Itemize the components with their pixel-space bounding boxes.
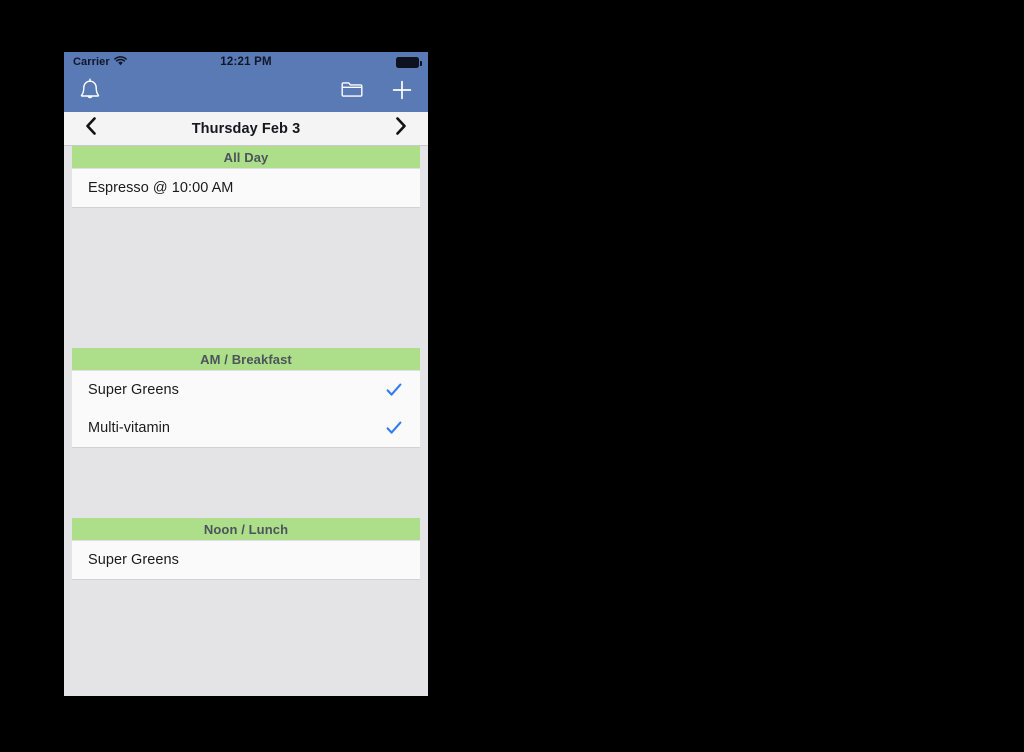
- schedule-section: All Day Espresso @ 10:00 AM: [64, 146, 428, 348]
- section-gap: [64, 448, 428, 518]
- navigation-bar: [64, 72, 428, 112]
- chevron-left-icon: [84, 116, 98, 141]
- list-item-label: Espresso @ 10:00 AM: [88, 180, 234, 196]
- section-header: Noon / Lunch: [72, 518, 420, 540]
- folder-button[interactable]: [340, 79, 364, 105]
- list-item[interactable]: Espresso @ 10:00 AM: [72, 169, 420, 207]
- status-bar-left: Carrier: [73, 53, 127, 71]
- notifications-button[interactable]: [78, 77, 102, 108]
- list-item[interactable]: Super Greens: [72, 541, 420, 579]
- previous-day-button[interactable]: [80, 116, 102, 142]
- section-card: Super Greens: [72, 540, 420, 580]
- status-bar-right: [396, 56, 422, 68]
- chevron-right-icon: [394, 116, 408, 141]
- checkmark-icon[interactable]: [384, 418, 404, 438]
- schedule-section: Noon / Lunch Super Greens: [64, 518, 428, 664]
- folder-icon: [340, 79, 364, 105]
- add-button[interactable]: [390, 78, 414, 107]
- schedule-list[interactable]: All Day Espresso @ 10:00 AM AM / Breakfast…: [64, 146, 428, 696]
- section-gap: [64, 580, 428, 664]
- bell-icon: [78, 77, 102, 108]
- section-header: All Day: [72, 146, 420, 168]
- screenshot-canvas: Carrier 12:21 PM Thursday Feb 3 All Day …: [0, 0, 1024, 752]
- phone-screen: Carrier 12:21 PM Thursday Feb 3 All Day …: [64, 52, 428, 696]
- list-item-label: Multi-vitamin: [88, 420, 171, 436]
- status-bar: Carrier 12:21 PM: [64, 52, 428, 72]
- next-day-button[interactable]: [390, 116, 412, 142]
- battery-full-icon: [396, 56, 422, 68]
- checkmark-icon[interactable]: [384, 380, 404, 400]
- wifi-icon: [113, 53, 127, 71]
- section-card: Espresso @ 10:00 AM: [72, 168, 420, 208]
- date-navigation-bar: Thursday Feb 3: [64, 112, 428, 146]
- current-date-label: Thursday Feb 3: [191, 120, 301, 137]
- section-gap: [64, 208, 428, 348]
- list-item[interactable]: Multi-vitamin: [72, 409, 420, 447]
- schedule-section: AM / Breakfast Super Greens Multi-vitamin: [64, 348, 428, 518]
- plus-icon: [390, 78, 414, 107]
- list-item[interactable]: Super Greens: [72, 371, 420, 409]
- section-card: Super Greens Multi-vitamin: [72, 370, 420, 448]
- list-item-label: Super Greens: [88, 382, 179, 398]
- carrier-label: Carrier: [73, 56, 110, 68]
- section-header: AM / Breakfast: [72, 348, 420, 370]
- list-item-label: Super Greens: [88, 552, 179, 568]
